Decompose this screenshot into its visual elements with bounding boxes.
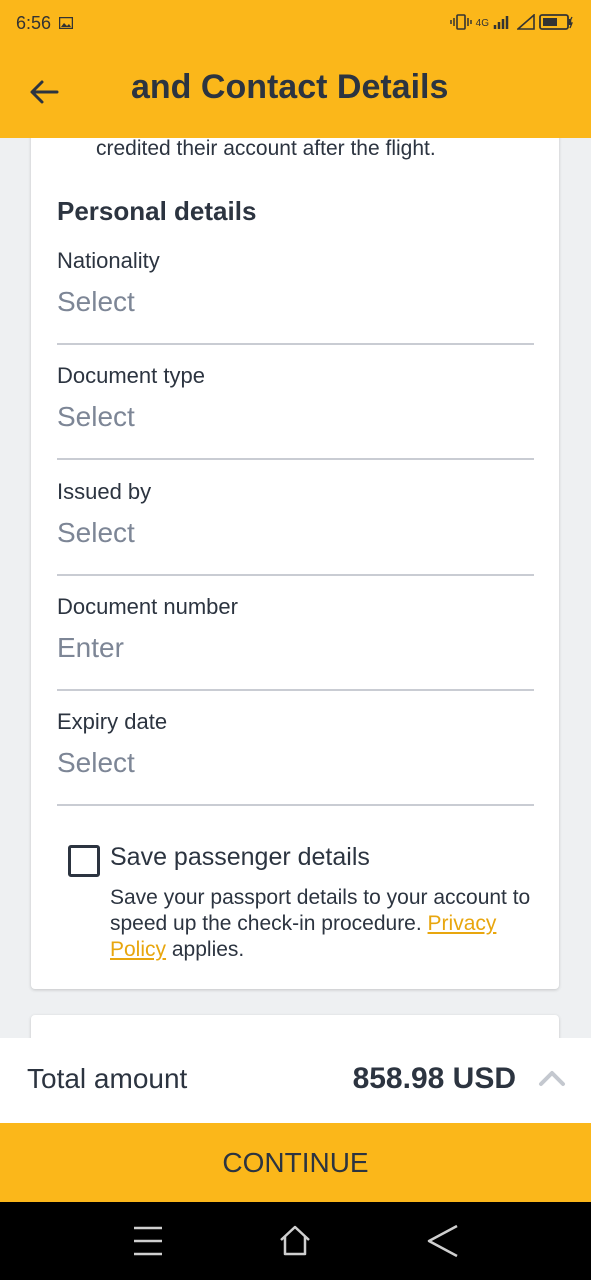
signal-icon [493, 14, 513, 33]
document-number-field[interactable]: Document number Enter [57, 594, 534, 691]
status-time: 6:56 [16, 12, 52, 33]
document-type-field[interactable]: Document type Select [57, 363, 534, 460]
nationality-field[interactable]: Nationality Select [57, 248, 534, 345]
save-passenger-label[interactable]: Save passenger details [110, 843, 370, 872]
field-label: Document number [57, 594, 238, 619]
continue-button[interactable]: CONTINUE [0, 1123, 591, 1202]
app-bar: and Contact Details [0, 46, 591, 138]
section-title-personal-details: Personal details [57, 196, 257, 226]
field-value: Select [57, 747, 135, 778]
field-label: Nationality [57, 248, 160, 273]
miles-info-text: carried from this passenger's flight wil… [96, 138, 436, 160]
system-nav-bar [0, 1202, 591, 1280]
network-type: 4G [475, 17, 489, 29]
expiry-date-field[interactable]: Expiry date Select [57, 709, 534, 806]
menu-icon[interactable] [131, 1222, 165, 1260]
field-label: Issued by [57, 479, 152, 504]
total-label: Total amount [27, 1063, 188, 1094]
save-passenger-checkbox[interactable] [68, 845, 100, 877]
field-value: Select [57, 286, 135, 317]
field-value: Select [57, 517, 135, 548]
gallery-notification-icon [58, 13, 74, 34]
field-label: Document type [57, 363, 205, 388]
chevron-up-icon[interactable] [537, 1066, 567, 1090]
total-bar[interactable]: Total amount 858.98 USD [0, 1038, 591, 1123]
field-value: Select [57, 401, 135, 432]
scroll-content[interactable]: carried from this passenger's flight wil… [0, 138, 591, 1038]
page-title: and Contact Details [131, 68, 449, 106]
arrow-left-icon [30, 80, 59, 104]
back-nav-icon[interactable] [425, 1222, 461, 1260]
issued-by-field[interactable]: Issued by Select [57, 479, 534, 576]
next-card [31, 1015, 559, 1038]
total-value: 858.98 USD [352, 1062, 516, 1095]
field-value: Enter [57, 632, 124, 663]
save-desc-suffix: applies. [171, 938, 245, 961]
passenger-card: carried from this passenger's flight wil… [31, 138, 559, 989]
field-label: Expiry date [57, 709, 168, 734]
back-button[interactable] [22, 70, 66, 114]
battery-icon [539, 13, 575, 34]
vibrate-icon [449, 13, 472, 33]
status-left: 6:56 [16, 12, 74, 34]
save-passenger-description: Save your passport details to your accou… [110, 885, 545, 963]
status-bar: 6:56 4G [0, 0, 591, 46]
signal-outline-icon [515, 12, 535, 33]
status-right: 4G [449, 12, 575, 34]
home-icon[interactable] [278, 1222, 312, 1260]
